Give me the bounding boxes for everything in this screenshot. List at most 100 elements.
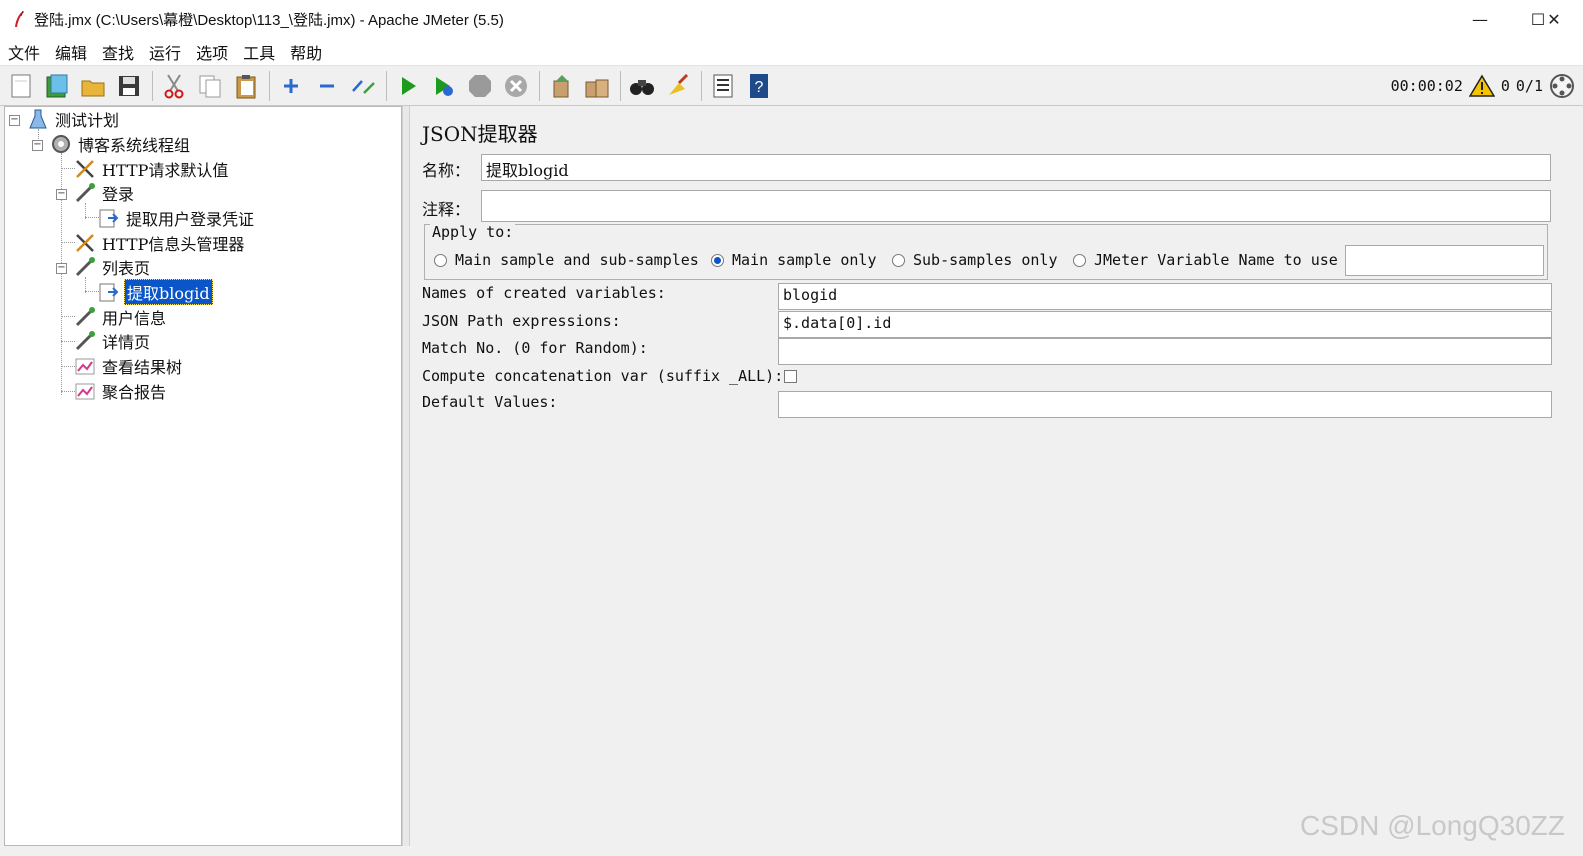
collapse-button[interactable] xyxy=(312,71,342,101)
open-button[interactable] xyxy=(78,71,108,101)
save-button[interactable] xyxy=(114,71,144,101)
sampler-icon xyxy=(74,256,96,278)
radio-sub-only[interactable]: Sub-samples only xyxy=(892,251,1058,269)
menu-file[interactable]: 文件 xyxy=(8,40,40,64)
comment-label: 注释： xyxy=(422,200,471,219)
tree-item-user-info[interactable]: 用户信息 xyxy=(74,305,168,329)
tree-item-blogid-extractor[interactable]: 提取blogid xyxy=(98,279,213,305)
tree-item-login-extractor[interactable]: 提取用户登录凭证 xyxy=(98,206,256,230)
tree-item-thread-group[interactable]: 博客系统线程组 xyxy=(50,132,192,156)
toolbar-separator xyxy=(701,70,702,101)
function-helper-icon xyxy=(713,74,733,97)
name-input[interactable]: 提取blogid xyxy=(481,154,1551,181)
apply-to-legend: Apply to: xyxy=(430,223,516,241)
toolbar-separator xyxy=(539,70,540,101)
jmeter-variable-input[interactable] xyxy=(1345,245,1544,276)
stop-button[interactable] xyxy=(465,71,495,101)
extractor-icon xyxy=(98,281,120,303)
start-button[interactable] xyxy=(393,71,423,101)
active-threads: 0/1 xyxy=(1515,77,1543,95)
toolbar-separator xyxy=(386,70,387,101)
open-icon xyxy=(81,80,105,96)
tree-toggle[interactable]: − xyxy=(56,263,67,274)
help-button[interactable]: ? xyxy=(744,71,774,101)
tree-connector xyxy=(61,242,75,243)
menu-options[interactable]: 选项 xyxy=(196,40,228,64)
tree-item-http-defaults[interactable]: HTTP请求默认值 xyxy=(74,157,230,181)
thread-status-icon xyxy=(1550,74,1574,98)
config-element-icon xyxy=(74,232,96,254)
clear-all-button[interactable] xyxy=(582,71,612,101)
tree-item-results-tree[interactable]: 查看结果树 xyxy=(74,354,184,378)
toolbar: ? 00:00:02 0 0/1 xyxy=(0,66,1583,106)
json-path-input[interactable]: $.data[0].id xyxy=(778,311,1552,338)
warning-icon[interactable] xyxy=(1468,74,1495,98)
clear-icon xyxy=(553,74,569,97)
clear-button[interactable] xyxy=(546,71,576,101)
tree-item-list-page[interactable]: 列表页 xyxy=(74,255,152,279)
function-helper-button[interactable] xyxy=(708,71,738,101)
radio-indicator xyxy=(1073,253,1086,267)
copy-button[interactable] xyxy=(195,71,225,101)
close-icon: ✕ xyxy=(1547,9,1561,29)
concatenation-label: Compute concatenation var (suffix _ALL): xyxy=(422,367,784,385)
menu-tools[interactable]: 工具 xyxy=(243,40,275,64)
paste-icon xyxy=(236,74,256,98)
tree-connector xyxy=(61,366,75,367)
menu-run[interactable]: 运行 xyxy=(149,40,181,64)
radio-jmeter-variable[interactable]: JMeter Variable Name to use xyxy=(1073,251,1338,269)
expand-button[interactable] xyxy=(276,71,306,101)
tree-toggle[interactable]: − xyxy=(9,115,20,126)
tree-item-detail-page[interactable]: 详情页 xyxy=(74,329,152,353)
paste-button[interactable] xyxy=(231,71,261,101)
sampler-icon xyxy=(74,306,96,328)
menu-edit[interactable]: 编辑 xyxy=(55,40,87,64)
concatenation-checkbox[interactable] xyxy=(784,370,797,383)
reset-search-button[interactable] xyxy=(663,71,693,101)
elapsed-timer: 00:00:02 xyxy=(1390,77,1463,95)
templates-icon xyxy=(46,74,68,97)
default-values-label: Default Values: xyxy=(422,393,558,411)
search-button[interactable] xyxy=(627,71,657,101)
close-button[interactable]: ✕ xyxy=(1525,0,1583,38)
collapse-icon xyxy=(320,84,334,87)
run-status: 00:00:02 0 0/1 xyxy=(1391,66,1575,106)
tree-toggle[interactable]: − xyxy=(56,189,67,200)
test-plan-tree: − − − − 测试计划 博客系统线程组 HTTP请求默认值 登录 提取用户登录… xyxy=(4,106,402,846)
menu-help[interactable]: 帮助 xyxy=(290,40,322,64)
tree-item-login[interactable]: 登录 xyxy=(74,181,136,205)
comment-input[interactable] xyxy=(481,190,1551,222)
start-no-pause-button[interactable] xyxy=(429,71,459,101)
cut-button[interactable] xyxy=(159,71,189,101)
test-plan-icon xyxy=(27,108,49,130)
minimize-button[interactable]: — xyxy=(1451,0,1509,38)
window-title: 登陆.jmx (C:\Users\幕橙\Desktop\113_\登陆.jmx)… xyxy=(34,11,504,29)
match-no-input[interactable] xyxy=(778,338,1552,365)
toggle-button[interactable] xyxy=(348,71,378,101)
templates-button[interactable] xyxy=(42,71,72,101)
radio-indicator xyxy=(892,253,905,267)
copy-icon xyxy=(199,75,221,97)
menu-bar: 文件 编辑 查找 运行 选项 工具 帮助 xyxy=(0,38,1583,66)
tree-item-header-manager[interactable]: HTTP信息头管理器 xyxy=(74,231,246,255)
watermark: CSDN @LongQ30ZZ xyxy=(1300,810,1565,841)
search-icon xyxy=(630,79,654,95)
tree-connector xyxy=(61,316,75,317)
tree-item-aggregate-report[interactable]: 聚合报告 xyxy=(74,379,168,403)
names-of-variables-label: Names of created variables: xyxy=(422,284,666,302)
default-values-input[interactable] xyxy=(778,391,1552,418)
toolbar-separator xyxy=(620,70,621,101)
menu-search[interactable]: 查找 xyxy=(102,40,134,64)
tree-item-test-plan[interactable]: 测试计划 xyxy=(27,107,121,131)
names-of-variables-input[interactable]: blogid xyxy=(778,283,1552,310)
save-icon xyxy=(119,75,139,96)
new-button[interactable] xyxy=(6,71,36,101)
panel-splitter[interactable] xyxy=(402,106,410,846)
jmeter-feather-icon xyxy=(12,10,26,28)
shutdown-button[interactable] xyxy=(501,71,531,101)
tree-toggle[interactable]: − xyxy=(32,140,43,151)
radio-main-only[interactable]: Main sample only xyxy=(711,251,877,269)
tree-connector xyxy=(61,341,75,342)
radio-main-and-sub[interactable]: Main sample and sub-samples xyxy=(434,251,699,269)
match-no-label: Match No. (0 for Random): xyxy=(422,339,648,357)
